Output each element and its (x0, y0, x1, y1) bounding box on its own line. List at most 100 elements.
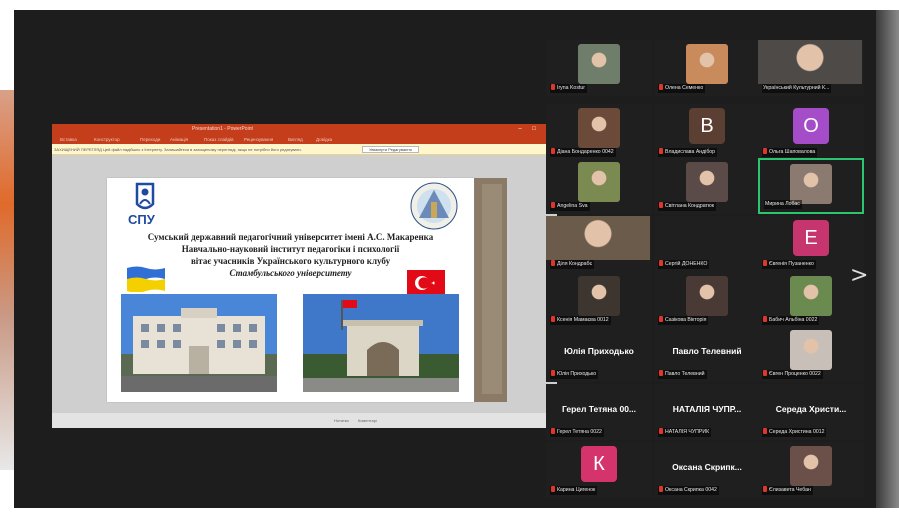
participant-label: Iryna Kostur (550, 84, 587, 93)
tab-view[interactable]: Вигляд (288, 135, 303, 144)
participant-tile[interactable]: Iryna Kostur (546, 40, 652, 96)
participant-name: Діля Кондрабє (557, 261, 593, 267)
participant-tile[interactable]: Середа Христи... Середа Христина 0012 (758, 384, 864, 440)
participant-tile[interactable]: Світлана Кондратюк (654, 158, 760, 214)
mic-muted-icon (551, 84, 555, 90)
participant-video (686, 162, 728, 202)
participant-tile[interactable]: Діана Бондаренко 0042 (546, 104, 652, 160)
participant-label: Діана Бондаренко 0042 (550, 148, 616, 157)
participant-video (686, 276, 728, 316)
participant-name: Ксенія Мамаєва 0012 (557, 317, 609, 323)
mic-muted-icon (659, 84, 663, 90)
participant-initial-avatar: В (689, 108, 725, 144)
ukraine-flag-icon (127, 266, 165, 292)
mic-muted-icon (551, 148, 555, 154)
participant-name: Оксана Скрипка 0042 (665, 487, 717, 493)
participant-tile[interactable]: Ксенія Мамаєва 0012 (546, 272, 652, 328)
participant-tile[interactable]: Бабич Альбіна 0022 (758, 272, 864, 328)
participant-tile[interactable]: Юлія Приходько Юлія Приходько (546, 326, 652, 382)
participant-tile[interactable]: Герел Тетяна 00... Герел Тетяна 0022 (546, 384, 652, 440)
participant-initial-avatar: К (581, 446, 617, 482)
participant-label: Єлизавета Чебан (762, 486, 813, 495)
participant-tile[interactable]: О Ольга Шаповалова (758, 104, 864, 160)
participant-tile[interactable]: Євген Проценко 0022 (758, 326, 864, 382)
participant-video (686, 44, 728, 84)
minimize-icon[interactable]: – (514, 124, 526, 135)
participant-tile[interactable]: Оксана Скрипк... Оксана Скрипка 0042 (654, 442, 760, 498)
participant-name-display: Оксана Скрипк... (672, 462, 742, 472)
mic-muted-icon (763, 486, 767, 492)
participant-tile[interactable]: НАТАЛІЯ ЧУПР... НАТАЛІЯ ЧУПРИК (654, 384, 760, 440)
mic-muted-icon (659, 202, 663, 208)
tab-insert[interactable]: Вставка (60, 135, 77, 144)
mic-muted-icon (659, 428, 663, 434)
turkey-flag-icon (407, 270, 445, 296)
tab-transitions[interactable]: Переходи (140, 135, 160, 144)
participant-video (578, 44, 620, 84)
participant-name: Мирина Лобас (765, 201, 800, 207)
participant-name: Ольга Шаповалова (769, 149, 816, 155)
mic-muted-icon (551, 370, 555, 376)
participant-name: Сергій ДОНЕНКО (665, 261, 708, 267)
tab-design[interactable]: Конструктор (94, 135, 120, 144)
participant-tile[interactable]: Діля Кондрабє (546, 216, 652, 272)
participant-label: Євгенія Пузаненко (762, 260, 816, 269)
mic-muted-icon (763, 316, 767, 322)
tab-slideshow[interactable]: Показ слайдів (204, 135, 233, 144)
participant-tile[interactable]: В Владислава Андібор (654, 104, 760, 160)
istanbul-university-gate-photo (303, 294, 459, 392)
notes-button[interactable]: Нотатки (334, 418, 349, 423)
participant-tile[interactable]: Олена Семенко (654, 40, 760, 96)
participant-tile[interactable]: Е Євгенія Пузаненко (758, 216, 864, 272)
mic-muted-icon (659, 260, 663, 266)
participant-tile[interactable]: Український Культурний К... (758, 40, 864, 96)
participant-name: Герел Тетяна 0022 (557, 429, 602, 435)
next-slide-edge-inner (482, 184, 502, 394)
enable-editing-button[interactable]: Увімкнути Редагування (362, 146, 419, 153)
participant-label: Бабич Альбіна 0022 (762, 316, 820, 325)
mic-muted-icon (551, 202, 555, 208)
left-edge-glare (0, 90, 14, 470)
tab-animations[interactable]: Анімація (170, 135, 188, 144)
next-page-arrow-icon[interactable]: > (850, 264, 868, 288)
slide-line-2: Навчально-науковий інститут педагогіки і… (181, 244, 400, 254)
participant-tile[interactable]: Angelina Sva (546, 158, 652, 214)
participant-video (578, 108, 620, 148)
participant-name: Олена Семенко (665, 85, 704, 91)
participant-initial-avatar: О (793, 108, 829, 144)
participant-label: Ксенія Мамаєва 0012 (550, 316, 611, 325)
slide-line-3: вітає учасників Українського культурного… (190, 256, 391, 266)
participant-label: Владислава Андібор (658, 148, 718, 157)
participant-name: Світлана Кондратюк (665, 203, 715, 209)
mic-muted-icon (659, 316, 663, 322)
participant-name: Angelina Sva (557, 203, 588, 209)
participant-label: Світлана Кондратюк (658, 202, 717, 211)
maximize-icon[interactable]: □ (528, 124, 540, 135)
participant-tile[interactable]: Єлизавета Чебан (758, 442, 864, 498)
participant-name: Євгенія Пузаненко (769, 261, 814, 267)
mic-muted-icon (551, 428, 555, 434)
university-building-photo (121, 294, 277, 392)
comments-button[interactable]: Коментарі (358, 418, 377, 423)
participant-tile[interactable]: Сазікова Вікторія (654, 272, 760, 328)
protected-view-bar: ЗАХИЩЕНИЙ ПЕРЕГЛЯД Цей файл надійшло з І… (52, 144, 557, 155)
participant-name: Середа Христина 0012 (769, 429, 825, 435)
zoom-meeting-window: Presentation1 - PowerPoint – □ ✕ Вставка… (14, 10, 876, 508)
mic-muted-icon (763, 428, 767, 434)
participant-tile[interactable]: Павло Телевний Павло Телевний (654, 326, 760, 382)
tab-help[interactable]: Довідка (316, 135, 332, 144)
mic-muted-icon (763, 148, 767, 154)
tab-review[interactable]: Рецензування (244, 135, 273, 144)
participant-video (790, 446, 832, 486)
participant-tile[interactable]: К Карина Цигенок (546, 442, 652, 498)
participant-name-display: НАТАЛІЯ ЧУПР... (672, 404, 742, 414)
participant-tile[interactable]: Мирина Лобас (758, 158, 864, 214)
mic-muted-icon (659, 486, 663, 492)
participant-video (546, 216, 650, 260)
ppt-ribbon-tabs: Вставка Конструктор Переходи Анімація По… (52, 135, 557, 144)
participant-name: Юлія Приходько (557, 371, 597, 377)
participant-video (758, 40, 862, 84)
participant-tile[interactable]: Сергій ДОНЕНКО (654, 216, 760, 272)
participant-label: Ольга Шаповалова (762, 148, 818, 157)
participant-name: Карина Цигенок (557, 487, 596, 493)
